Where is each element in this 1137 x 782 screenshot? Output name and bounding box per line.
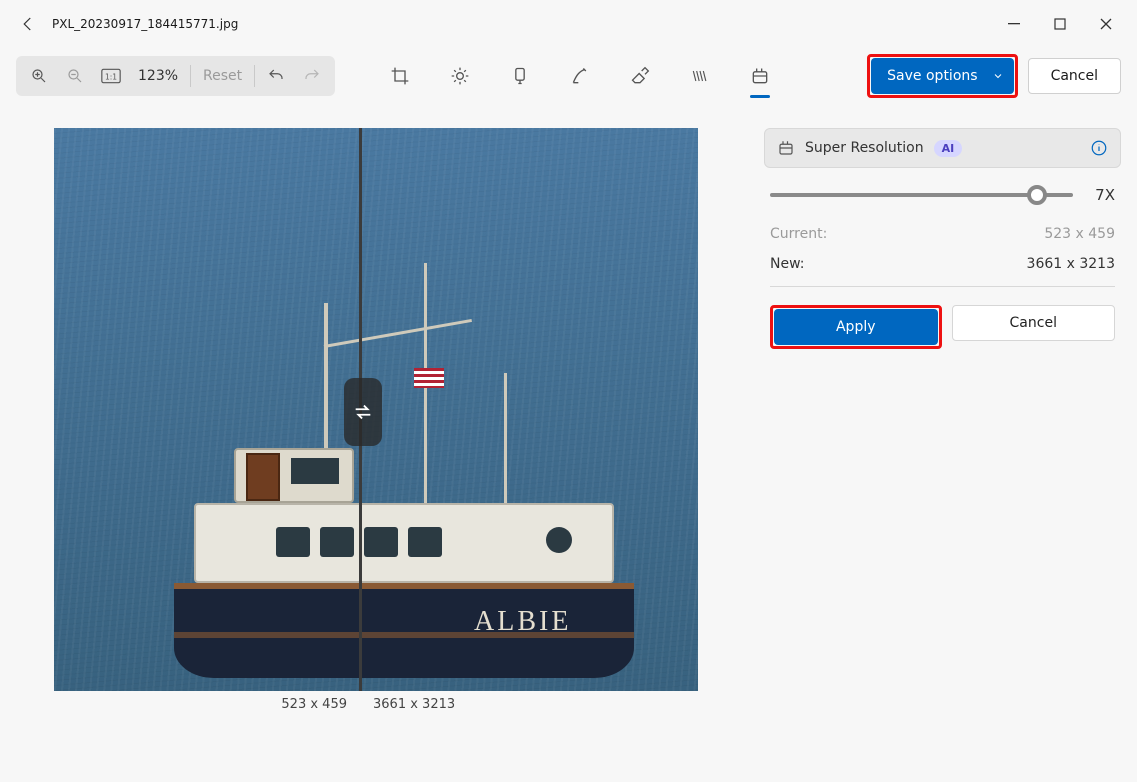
current-label: Current: [770, 226, 827, 242]
minimize-button[interactable] [991, 8, 1037, 40]
boat-name-text: ALBIE [474, 606, 571, 638]
canvas-column: ALBIE 523 x 459 3661 x 3213 [36, 128, 736, 782]
zoom-value: 123% [130, 68, 186, 84]
panel-cancel-label: Cancel [1010, 315, 1057, 331]
new-dimensions-row: New: 3661 x 3213 [770, 256, 1115, 272]
window-controls [991, 8, 1129, 40]
zoom-out-icon[interactable] [58, 59, 92, 93]
annotation-highlight: Apply [770, 305, 942, 349]
new-value: 3661 x 3213 [1027, 256, 1115, 272]
blur-icon[interactable] [684, 60, 716, 92]
image-canvas[interactable]: ALBIE [54, 128, 698, 691]
comparison-handle[interactable] [344, 378, 382, 446]
title-bar: PXL_20230917_184415771.jpg [0, 0, 1137, 48]
save-options-button[interactable]: Save options [871, 58, 1013, 94]
scale-value: 7X [1087, 186, 1115, 204]
crop-icon[interactable] [384, 60, 416, 92]
chevron-down-icon [992, 70, 1004, 82]
apply-button[interactable]: Apply [774, 309, 938, 345]
edit-tools [384, 60, 776, 92]
side-panel: Super Resolution AI 7X Current: 523 x 45… [764, 128, 1121, 782]
toolbar: 1:1 123% Reset [0, 48, 1137, 104]
cancel-button[interactable]: Cancel [1028, 58, 1121, 94]
zoom-group: 1:1 123% Reset [16, 56, 335, 96]
annotation-highlight: Save options [867, 54, 1017, 98]
apply-label: Apply [836, 319, 876, 335]
dimension-row: 523 x 459 3661 x 3213 [54, 697, 736, 712]
super-resolution-icon[interactable] [744, 60, 776, 92]
divider [770, 286, 1115, 287]
save-options-label: Save options [887, 68, 977, 84]
close-button[interactable] [1083, 8, 1129, 40]
current-dimensions-row: Current: 523 x 459 [770, 226, 1115, 242]
back-button[interactable] [8, 4, 48, 44]
current-value: 523 x 459 [1044, 226, 1115, 242]
filter-icon[interactable] [504, 60, 536, 92]
right-dimensions: 3661 x 3213 [359, 697, 455, 712]
panel-title: Super Resolution [805, 140, 924, 156]
redo-icon[interactable] [295, 59, 329, 93]
cancel-label: Cancel [1051, 68, 1098, 84]
erase-icon[interactable] [624, 60, 656, 92]
info-icon[interactable] [1090, 139, 1108, 157]
fit-icon[interactable]: 1:1 [94, 59, 128, 93]
panel-buttons: Apply Cancel [770, 305, 1115, 349]
panel-body: 7X Current: 523 x 459 New: 3661 x 3213 A… [764, 168, 1121, 349]
super-resolution-panel-icon [777, 139, 795, 157]
left-dimensions: 523 x 459 [54, 697, 359, 712]
undo-icon[interactable] [259, 59, 293, 93]
file-name: PXL_20230917_184415771.jpg [52, 17, 238, 31]
ai-badge: AI [934, 140, 963, 157]
scale-slider-row: 7X [770, 186, 1115, 204]
divider [254, 65, 255, 87]
svg-text:1:1: 1:1 [105, 72, 117, 81]
right-actions: Save options Cancel [867, 54, 1121, 98]
image-subject: ALBIE [174, 438, 634, 678]
scale-slider[interactable] [770, 193, 1073, 197]
divider [190, 65, 191, 87]
panel-cancel-button[interactable]: Cancel [952, 305, 1116, 341]
maximize-button[interactable] [1037, 8, 1083, 40]
content: ALBIE 523 x 459 3661 x 3213 Super Resolu… [0, 104, 1137, 782]
panel-header: Super Resolution AI [764, 128, 1121, 168]
markup-icon[interactable] [564, 60, 596, 92]
zoom-in-icon[interactable] [22, 59, 56, 93]
slider-thumb[interactable] [1027, 185, 1047, 205]
adjust-icon[interactable] [444, 60, 476, 92]
new-label: New: [770, 256, 805, 272]
reset-button[interactable]: Reset [195, 68, 250, 84]
